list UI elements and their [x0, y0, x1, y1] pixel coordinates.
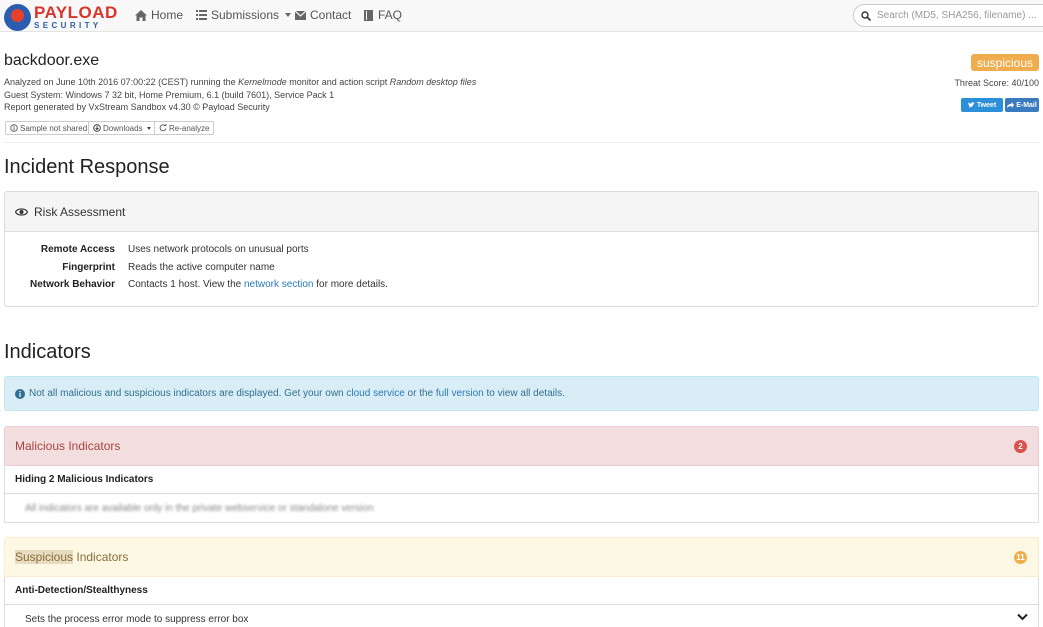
malicious-indicators-header[interactable]: Malicious Indicators 2: [4, 426, 1039, 466]
search-input[interactable]: [877, 10, 1037, 21]
tweet-button[interactable]: Tweet: [961, 98, 1003, 112]
nav-submissions-label: Submissions: [211, 8, 280, 22]
suspicious-count-badge: 11: [1014, 551, 1027, 564]
anti-detection-category-row: Anti-Detection/Stealthyness: [4, 577, 1039, 605]
list-icon: [196, 10, 207, 20]
payload-security-logo[interactable]: PAYLOAD SECURITY: [4, 3, 118, 31]
tweet-label: Tweet: [976, 101, 997, 109]
indicators-notice: Not all malicious and suspicious indicat…: [4, 376, 1039, 411]
nav-contact[interactable]: Contact: [295, 8, 351, 22]
page-title: backdoor.exe: [4, 52, 100, 69]
search-icon[interactable]: [861, 10, 871, 21]
malicious-note: All indicators are available only in the…: [25, 502, 374, 514]
action-script: Random desktop files: [389, 77, 477, 87]
sample-not-shared-button[interactable]: Sample not shared: [5, 121, 93, 135]
info-icon: [15, 388, 25, 399]
risk-assessment-header: Risk Assessment: [5, 192, 1038, 232]
suspicious-indicators-title: Suspicious Indicators: [15, 550, 129, 564]
email-label: E-Mail: [1016, 101, 1037, 109]
twitter-icon: [967, 102, 975, 108]
chevron-down-icon: [146, 126, 151, 130]
nav-faq[interactable]: FAQ: [364, 8, 402, 22]
search-box: [853, 4, 1043, 27]
chevron-down-icon[interactable]: [1017, 613, 1028, 621]
downloads-button[interactable]: Downloads: [88, 121, 156, 135]
verdict-badge: suspicious: [971, 54, 1039, 71]
malicious-note-row: All indicators are available only in the…: [4, 494, 1039, 523]
nav-home-label: Home: [151, 8, 184, 22]
refresh-icon: [159, 124, 167, 132]
full-version-link[interactable]: full version: [436, 388, 484, 399]
suspicious-indicators-header[interactable]: Suspicious Indicators 11: [4, 537, 1039, 577]
indicator-row[interactable]: Sets the process error mode to suppress …: [4, 605, 1039, 627]
nav-contact-label: Contact: [310, 8, 352, 22]
risk-assessment-title: Risk Assessment: [34, 204, 126, 219]
logo-text-bottom: SECURITY: [34, 21, 102, 30]
network-section-link[interactable]: network section: [244, 279, 313, 290]
monitor-name: Kernelmode: [238, 77, 287, 87]
logo-text-top: PAYLOAD: [34, 3, 118, 22]
nav-submissions[interactable]: Submissions: [196, 8, 292, 22]
analysis-info: Analyzed on June 10th 2016 07:00:22 (CES…: [4, 77, 477, 87]
guest-system: Guest System: Windows 7 32 bit, Home Pre…: [4, 90, 335, 100]
malicious-indicators-title: Malicious Indicators: [15, 439, 121, 453]
nav-faq-label: FAQ: [378, 8, 403, 22]
home-icon: [135, 9, 147, 21]
envelope-icon: [295, 10, 306, 20]
incident-response-heading: Incident Response: [4, 156, 170, 178]
reanalyze-button[interactable]: Re-analyze: [154, 121, 215, 135]
malicious-count-badge: 2: [1014, 440, 1027, 453]
eye-icon: [15, 207, 28, 216]
navbar: PAYLOAD SECURITY Home Submissions Contac…: [0, 0, 1043, 32]
logo-mark: [4, 3, 31, 31]
chevron-down-icon: [285, 13, 292, 17]
info-circle-icon: [10, 124, 18, 132]
indicators-heading: Indicators: [4, 341, 91, 363]
risk-assessment-panel: Risk Assessment Remote Access Uses netwo…: [4, 191, 1039, 307]
divider: [4, 142, 1039, 143]
email-button[interactable]: E-Mail: [1005, 98, 1039, 112]
report-generated-by: Report generated by VxStream Sandbox v4.…: [4, 102, 270, 112]
malicious-hidden-row: Hiding 2 Malicious Indicators: [4, 466, 1039, 494]
cloud-service-link[interactable]: cloud service: [346, 388, 404, 399]
nav-home[interactable]: Home: [135, 8, 183, 22]
share-icon: [1007, 102, 1015, 108]
threat-score: Threat Score: 40/100: [954, 78, 1039, 88]
indicator-text: Sets the process error mode to suppress …: [25, 613, 249, 625]
book-icon: [364, 9, 373, 21]
download-icon: [93, 124, 101, 132]
